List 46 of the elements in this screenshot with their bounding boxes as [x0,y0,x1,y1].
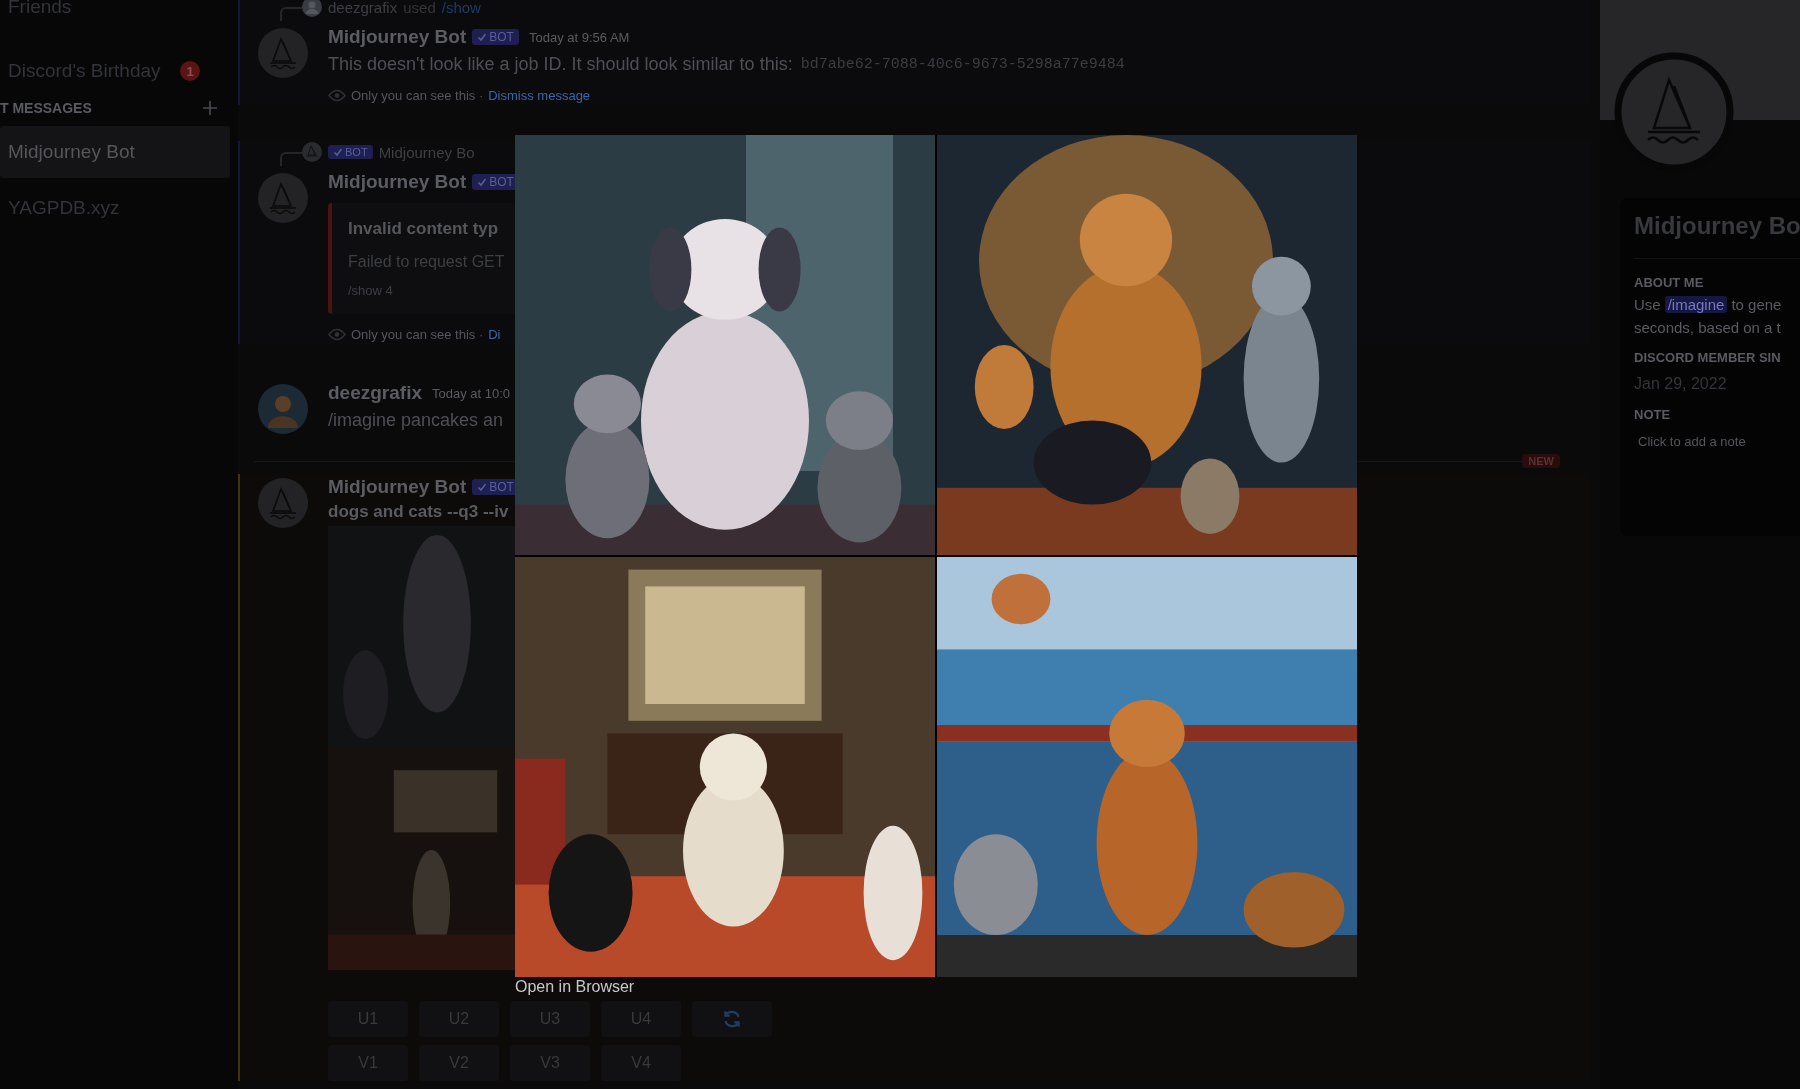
check-icon [477,482,488,492]
eye-icon [328,327,346,341]
bot-badge-label: BOT [345,146,368,158]
command-chip[interactable]: /imagine [1664,296,1728,313]
bot-avatar[interactable] [258,28,308,78]
profile-name: Midjourney Bo [1634,212,1800,259]
message-text: This doesn't look like a job ID. It should look similar to this: [328,54,793,75]
ephemeral-notice: Only you can see this · [351,326,484,342]
section-header: T MESSAGES [0,100,92,116]
check-icon [477,32,488,42]
embed-title: Invalid content typ [348,219,500,239]
section-heading: DISCORD MEMBER SIN [1634,350,1782,365]
bot-badge-label: BOT [489,480,514,494]
user-avatar [302,0,322,17]
open-in-browser-link[interactable]: Open in Browser [515,978,635,996]
bot-badge-label: BOT [489,30,514,44]
refresh-button[interactable] [692,1001,772,1037]
prompt-text: dogs and cats --q3 --iv [328,502,510,522]
about-text: to gene [1731,296,1782,313]
plus-icon[interactable] [202,100,218,116]
about-text: Use [1634,296,1661,313]
section-heading: ABOUT ME [1634,275,1705,290]
refresh-icon [721,1008,743,1030]
dm-item[interactable]: Midjourney Bot [0,126,230,178]
author-name[interactable]: Midjourney Bot [328,476,467,498]
check-icon [333,147,343,157]
check-icon [477,177,488,187]
user-avatar[interactable] [258,384,308,434]
timestamp: Today at 9:56 AM [528,29,630,45]
bot-avatar[interactable] [258,478,308,528]
dismiss-link[interactable]: Dismiss message [488,87,591,103]
author-name[interactable]: Midjourney Bot [328,26,467,48]
bot-avatar[interactable] [258,173,308,223]
timestamp: Today at 10:0 [432,385,511,401]
section-heading: NOTE [1634,407,1672,422]
ephemeral-notice: Only you can see this · [351,87,484,103]
author-name[interactable]: deezgrafix [328,382,422,404]
dismiss-link[interactable]: Di [488,326,501,342]
note-field[interactable]: Click to add a note [1634,430,1800,453]
command-link[interactable]: /show [441,0,481,16]
about-text: seconds, based on a t [1634,319,1782,336]
author-name[interactable]: Midjourney Bot [328,171,467,193]
bot-badge-label: BOT [489,175,514,189]
eye-icon [328,88,346,102]
unread-badge: 1 [180,61,200,81]
message-text: /imagine pancakes an [328,410,504,431]
